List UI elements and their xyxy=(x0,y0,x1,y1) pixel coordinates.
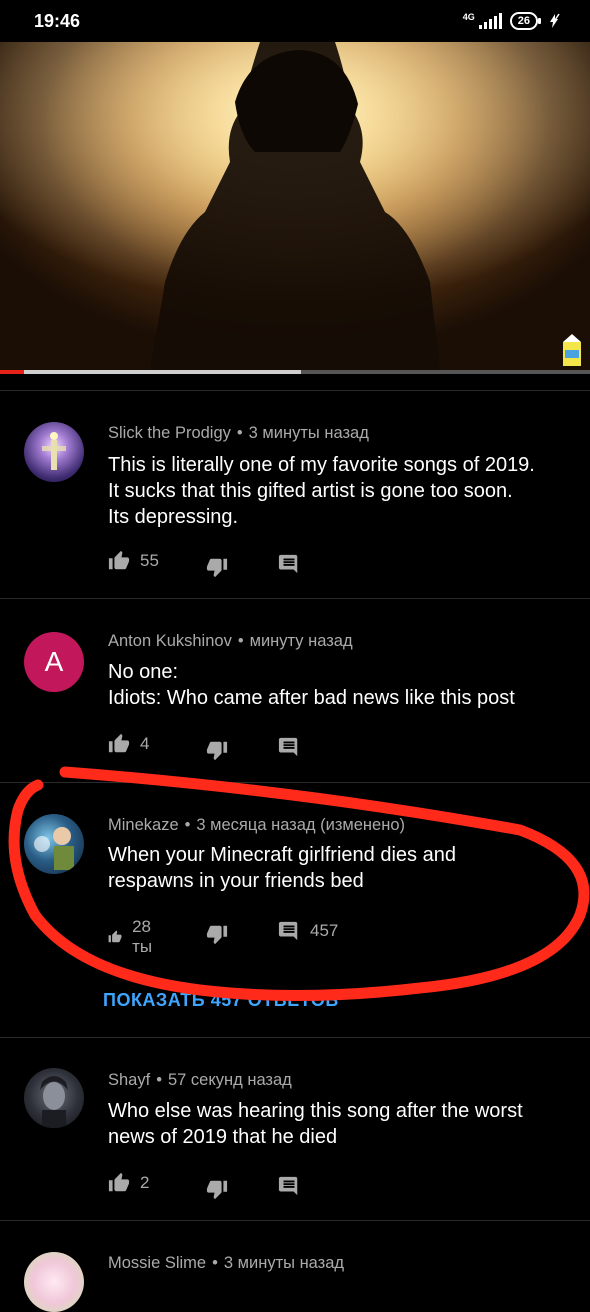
thumbs-up-icon xyxy=(108,930,122,943)
reply-button[interactable] xyxy=(278,553,300,575)
comment-line: Its depressing. xyxy=(108,506,239,528)
like-count: 28 ты xyxy=(132,917,153,956)
signal-icon xyxy=(478,13,502,29)
reply-button[interactable] xyxy=(278,1175,300,1197)
avatar[interactable]: A xyxy=(24,632,84,692)
comment-text: When your Minecraft girlfriend dies and … xyxy=(108,842,568,894)
battery-icon: 26 xyxy=(509,12,542,30)
thumbs-down-icon xyxy=(206,558,228,578)
comment-meta: Anton Kukshinov • минуту назад xyxy=(108,632,353,650)
thumbs-up-icon xyxy=(108,550,130,570)
comment-icon xyxy=(278,737,298,757)
reply-count: 457 xyxy=(310,921,339,940)
comment-text: This is literally one of my favorite son… xyxy=(108,452,568,530)
progress-played xyxy=(0,370,24,374)
status-time: 19:46 xyxy=(34,10,81,31)
divider xyxy=(0,1220,590,1221)
comment-text: No one: Idiots: Who came after bad news … xyxy=(108,659,568,711)
avatar-image xyxy=(42,432,66,470)
thumbs-down-icon xyxy=(206,925,228,945)
dislike-button[interactable] xyxy=(206,556,228,578)
divider xyxy=(0,598,590,599)
divider xyxy=(0,1037,590,1038)
status-bar: 19:46 4G 26 xyxy=(0,0,590,42)
video-frame-silhouette xyxy=(0,42,590,372)
comment-author[interactable]: Shayf xyxy=(108,1071,150,1089)
reply-button[interactable] xyxy=(278,736,300,758)
comment-time: 57 секунд назад xyxy=(167,1071,292,1089)
thumbs-up-icon xyxy=(108,733,130,753)
network-label: 4G xyxy=(462,12,475,22)
comment-line: It sucks that this gifted artist is gone… xyxy=(108,480,513,502)
divider xyxy=(0,390,590,391)
like-count: 4 xyxy=(140,734,150,753)
thumbs-down-icon xyxy=(206,1180,228,1200)
like-button[interactable]: 55 xyxy=(108,550,159,572)
comment-author[interactable]: Minekaze xyxy=(108,816,179,834)
thumbs-up-icon xyxy=(108,1172,130,1192)
comment-line: When your Minecraft girlfriend dies and xyxy=(108,844,456,866)
progress-buffered xyxy=(23,370,301,374)
comment-meta: Slick the Prodigy • 3 минуты назад xyxy=(108,424,369,442)
avatar-image xyxy=(40,1076,68,1128)
comment-line: Who else was hearing this song after the… xyxy=(108,1100,523,1122)
dislike-button[interactable] xyxy=(206,739,228,761)
comment-time: минуту назад xyxy=(249,632,353,650)
comment-text: Who else was hearing this song after the… xyxy=(108,1098,568,1150)
comment-meta: Shayf • 57 секунд назад xyxy=(108,1071,292,1089)
video-player[interactable] xyxy=(0,42,590,372)
comment-line: Idiots: Who came after bad news like thi… xyxy=(108,687,515,709)
like-button[interactable]: 28 ты xyxy=(108,917,160,957)
avatar-image xyxy=(34,827,74,870)
charging-icon xyxy=(550,13,560,28)
comment-icon xyxy=(278,554,298,574)
dislike-button[interactable] xyxy=(206,1178,228,1200)
divider xyxy=(0,782,590,783)
comment-icon xyxy=(278,1176,298,1196)
like-count: 55 xyxy=(140,551,159,570)
status-icons: 4G 26 xyxy=(463,12,562,30)
avatar[interactable] xyxy=(24,422,84,482)
comment-line: No one: xyxy=(108,661,179,683)
comment-author[interactable]: Anton Kukshinov xyxy=(108,632,232,650)
comment-author[interactable]: Slick the Prodigy xyxy=(108,424,231,442)
like-button[interactable]: 4 xyxy=(108,733,149,755)
like-count: 2 xyxy=(140,1173,150,1192)
comment-time: 3 минуты назад xyxy=(248,424,369,442)
avatar[interactable] xyxy=(24,1068,84,1128)
show-replies-link[interactable]: ПОКАЗАТЬ 457 ОТВЕТОВ xyxy=(103,990,339,1011)
comment-line: news of 2019 that he died xyxy=(108,1126,338,1148)
like-button[interactable]: 2 xyxy=(108,1172,149,1194)
avatar-letter: A xyxy=(44,646,64,677)
comment-line: This is literally one of my favorite son… xyxy=(108,454,535,476)
avatar[interactable] xyxy=(24,1252,84,1312)
comment-meta: Minekaze • 3 месяца назад (изменено) xyxy=(108,816,406,834)
battery-level: 26 xyxy=(517,15,530,27)
video-progress-bar[interactable] xyxy=(0,370,590,374)
comment-meta: Mossie Slime • 3 минуты назад xyxy=(108,1254,345,1272)
comment-time: 3 минуты назад xyxy=(223,1254,345,1272)
dislike-button[interactable] xyxy=(206,923,228,945)
avatar[interactable] xyxy=(24,814,84,874)
comment-line: respawns in your friends bed xyxy=(108,870,364,892)
comment-icon xyxy=(278,921,298,941)
reply-button[interactable]: 457 xyxy=(278,920,338,942)
comment-author[interactable]: Mossie Slime xyxy=(108,1254,206,1272)
thumbs-down-icon xyxy=(206,741,228,761)
comment-time: 3 месяца назад (изменено) xyxy=(196,816,406,834)
